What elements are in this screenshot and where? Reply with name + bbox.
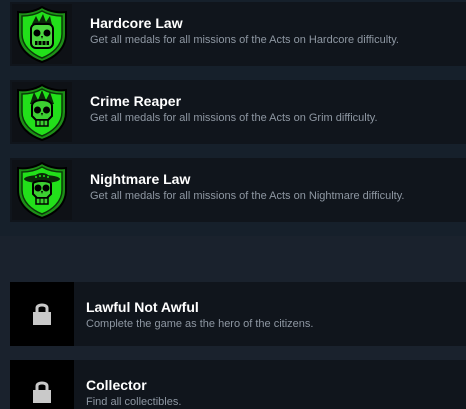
locked-badge	[10, 360, 74, 409]
achievements-list: Hardcore Law Get all medals for all miss…	[0, 0, 466, 409]
achievement-description: Find all collectibles.	[86, 396, 182, 408]
locked-badge	[10, 282, 74, 346]
achievement-row-lawful-not-awful[interactable]: Lawful Not Awful Complete the game as th…	[10, 282, 466, 346]
achievement-row-crime-reaper[interactable]: Crime Reaper Get all medals for all miss…	[10, 80, 466, 144]
achievement-title: Crime Reaper	[90, 93, 182, 109]
achievement-description: Get all medals for all missions of the A…	[90, 112, 378, 124]
achievement-row-collector[interactable]: Collector Find all collectibles.	[10, 360, 466, 409]
skull-reaper-badge-icon	[12, 82, 72, 142]
zombie-badge-icon	[12, 4, 72, 64]
achievement-title: Collector	[86, 377, 147, 393]
achievement-row-nightmare-law[interactable]: Nightmare Law Get all medals for all mis…	[10, 158, 466, 222]
achievement-title: Lawful Not Awful	[86, 299, 199, 315]
achievement-title: Nightmare Law	[90, 171, 191, 187]
achievement-description: Get all medals for all missions of the A…	[90, 34, 399, 46]
skull-sombrero-badge-icon	[12, 160, 72, 220]
lock-icon	[33, 381, 51, 403]
lock-icon	[33, 303, 51, 325]
achievement-title: Hardcore Law	[90, 15, 183, 31]
achievement-description: Get all medals for all missions of the A…	[90, 190, 405, 202]
achievement-row-hardcore-law[interactable]: Hardcore Law Get all medals for all miss…	[10, 2, 466, 66]
achievement-description: Complete the game as the hero of the cit…	[86, 318, 314, 330]
